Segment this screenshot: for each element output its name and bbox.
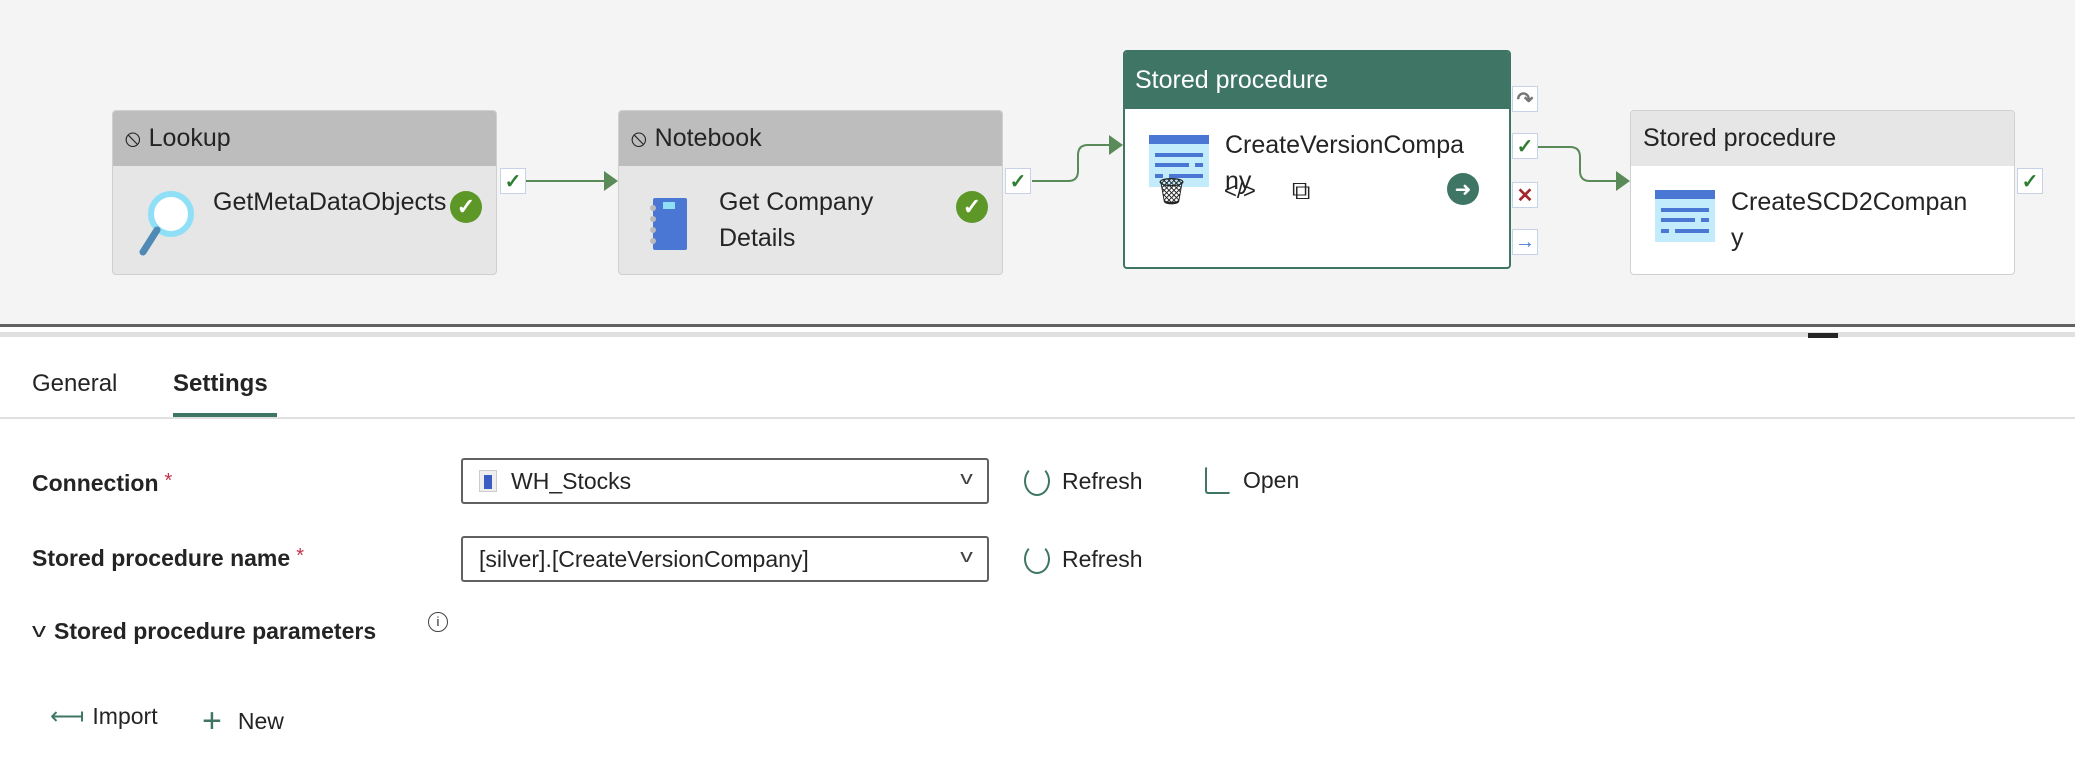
active-tab-indicator bbox=[173, 413, 277, 417]
activity-name: GetMetaDataObjects bbox=[213, 188, 447, 216]
connection-label: Connection * bbox=[32, 470, 173, 496]
activity-type: Stored procedure bbox=[1643, 124, 1837, 152]
stored-procedure-parameters-toggle[interactable]: v Stored procedure parameters bbox=[32, 618, 377, 645]
on-completion-port[interactable]: → bbox=[1512, 229, 1538, 255]
open-label: Open bbox=[1243, 466, 1300, 493]
success-icon: ✓ bbox=[956, 191, 988, 223]
info-icon[interactable]: i bbox=[428, 612, 448, 632]
tab-general[interactable]: General bbox=[32, 370, 117, 398]
stored-procedure-icon bbox=[1655, 190, 1715, 242]
activity-stored-procedure[interactable]: Stored procedure CreateSCD2Company bbox=[1630, 110, 2015, 275]
activity-type: Lookup bbox=[148, 124, 231, 152]
chevron-down-icon: v bbox=[960, 546, 973, 566]
tab-strip-border bbox=[0, 417, 2075, 419]
panel-divider[interactable] bbox=[0, 324, 2075, 327]
stored-procedure-name-dropdown[interactable]: [silver].[CreateVersionCompany] v bbox=[461, 536, 989, 582]
on-success-port[interactable]: ✓ bbox=[1512, 133, 1538, 159]
delete-icon[interactable]: 🗑 bbox=[1155, 176, 1188, 207]
activity-name: Get Company Details bbox=[719, 188, 874, 252]
edge-arrow bbox=[1616, 171, 1630, 191]
activity-stored-procedure-selected[interactable]: Stored procedure CreateVersionCompany 🗑 … bbox=[1123, 50, 1511, 269]
connection-value: WH_Stocks bbox=[511, 467, 632, 494]
activity-type: Stored procedure bbox=[1135, 66, 1329, 94]
deactivated-icon: ⦸ bbox=[631, 124, 647, 152]
on-success-port[interactable]: ✓ bbox=[2017, 168, 2043, 194]
connection-dropdown[interactable]: WH_Stocks v bbox=[461, 458, 989, 504]
tab-settings[interactable]: Settings bbox=[173, 370, 268, 398]
import-button[interactable]: ⟻ Import bbox=[50, 702, 158, 731]
warehouse-icon bbox=[479, 470, 497, 492]
copy-icon[interactable]: ⧉ bbox=[1292, 175, 1311, 207]
resize-handle[interactable] bbox=[1808, 333, 1838, 338]
edge-arrow bbox=[604, 171, 618, 191]
import-arrow-icon: ⟻ bbox=[50, 703, 85, 730]
stored-procedure-name-label: Stored procedure name * bbox=[32, 545, 304, 571]
activity-lookup[interactable]: ⦸ Lookup GetMetaDataObjects ✓ bbox=[112, 110, 497, 275]
pipeline-canvas[interactable]: ⦸ Lookup GetMetaDataObjects ✓ ✓ ⦸ Notebook… bbox=[0, 0, 2075, 324]
on-skip-port[interactable]: ↷ bbox=[1512, 86, 1538, 112]
go-to-activity-icon[interactable]: ➜ bbox=[1447, 173, 1479, 205]
new-label: New bbox=[237, 708, 284, 734]
refresh-stored-procedure-button[interactable]: Refresh bbox=[1024, 544, 1143, 574]
code-icon[interactable]: </> bbox=[1224, 178, 1256, 204]
plus-icon: + bbox=[202, 702, 222, 740]
open-connection-button[interactable]: Open bbox=[1205, 466, 1299, 494]
refresh-connection-button[interactable]: Refresh bbox=[1024, 466, 1143, 496]
success-icon: ✓ bbox=[450, 191, 482, 223]
panel-divider-bar bbox=[0, 332, 2075, 337]
refresh-icon bbox=[1024, 544, 1050, 574]
stored-procedure-name-value: [silver].[CreateVersionCompany] bbox=[479, 545, 809, 572]
on-success-port[interactable]: ✓ bbox=[1005, 168, 1031, 194]
refresh-label: Refresh bbox=[1062, 467, 1143, 494]
edge-arrow bbox=[1109, 135, 1123, 155]
activity-name: CreateSCD2Company bbox=[1731, 188, 1968, 252]
edge-sp-sp2 bbox=[1537, 146, 1618, 182]
new-parameter-button[interactable]: + New bbox=[202, 702, 284, 741]
refresh-icon bbox=[1024, 466, 1050, 496]
on-failure-port[interactable]: ✕ bbox=[1512, 182, 1538, 208]
edge-notebook-sp bbox=[1032, 144, 1112, 182]
open-external-icon bbox=[1205, 466, 1231, 494]
notebook-icon bbox=[650, 198, 687, 250]
activity-type: Notebook bbox=[654, 124, 762, 152]
activity-notebook[interactable]: ⦸ Notebook Get Company Details ✓ bbox=[618, 110, 1003, 275]
parameters-label: Stored procedure parameters bbox=[54, 618, 377, 644]
lookup-icon bbox=[139, 191, 194, 256]
chevron-down-icon: v bbox=[32, 620, 46, 642]
chevron-down-icon: v bbox=[960, 468, 973, 488]
on-success-port[interactable]: ✓ bbox=[500, 168, 526, 194]
deactivated-icon: ⦸ bbox=[125, 124, 141, 152]
refresh-label: Refresh bbox=[1062, 545, 1143, 572]
import-label: Import bbox=[92, 703, 158, 729]
